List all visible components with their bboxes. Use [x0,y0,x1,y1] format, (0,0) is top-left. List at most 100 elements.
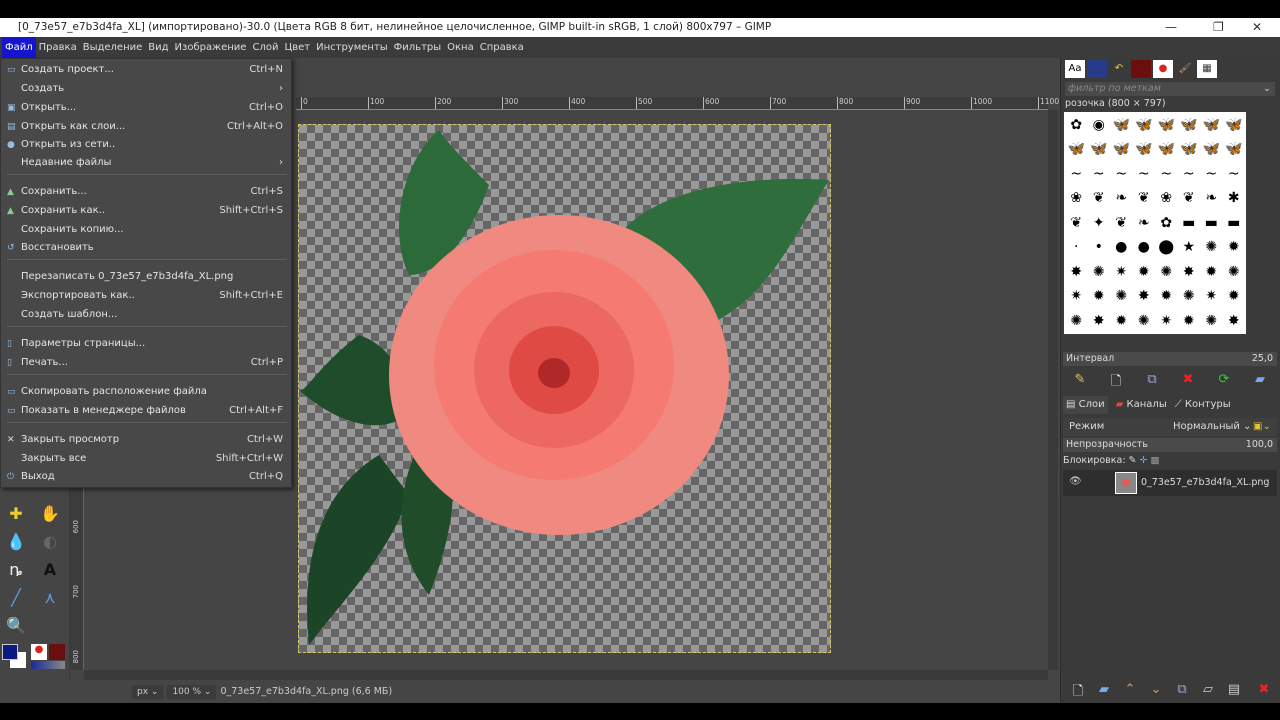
brush-thumbnail[interactable]: 🦋 [1134,138,1155,160]
menu-3[interactable]: Вид [145,37,171,58]
brush-thumbnail[interactable]: ✺ [1066,310,1087,332]
close-window-button[interactable]: ✕ [1252,18,1262,37]
brush-thumbnail[interactable]: ✹ [1134,261,1155,283]
visibility-eye-icon[interactable]: 👁 [1069,476,1082,487]
brush-thumbnail[interactable]: ✹ [1156,285,1177,307]
menu-9[interactable]: Окна [444,37,477,58]
foreground-color[interactable] [2,644,18,660]
file-menu-item[interactable]: Сохранить копию... [1,221,291,239]
brush-thumbnail[interactable]: ~ [1201,163,1222,185]
tab-channels[interactable]: ▰ Каналы [1116,396,1167,414]
fonts-tab-icon[interactable]: Aa [1065,60,1085,78]
pattern-preview[interactable] [49,644,65,660]
brush-thumbnail[interactable]: ✷ [1111,261,1132,283]
brush-thumbnail[interactable]: ✱ [1224,187,1245,209]
tab-paths[interactable]: ⟋ Контуры [1175,396,1231,414]
brush-thumbnail[interactable]: ✺ [1201,236,1222,258]
minimize-button[interactable]: — [1165,18,1177,37]
menu-0[interactable]: Файл [2,37,36,58]
gradient-preview[interactable] [31,661,65,669]
menu-2[interactable]: Выделение [80,37,146,58]
file-menu-item[interactable]: ▭ Скопировать расположение файла [1,383,291,401]
brush-thumbnail[interactable]: 🦋 [1224,114,1245,136]
file-menu-item[interactable]: ▭ Создать проект... Ctrl+N [1,61,291,79]
file-menu-item[interactable]: ↺ Восстановить [1,239,291,257]
brush-thumbnail[interactable]: ✷ [1201,285,1222,307]
brush-thumbnail[interactable]: 🦋 [1201,114,1222,136]
composite-mode-icon[interactable]: ▣⌄ [1253,418,1271,436]
smudge-tool-icon[interactable]: ✋ [40,504,60,524]
delete-layer-icon[interactable]: ✖ [1255,682,1273,697]
opacity-spinner[interactable]: Непрозрачность 100,0 [1063,438,1277,452]
brush-thumbnail[interactable]: 🦋 [1156,114,1177,136]
brush-thumbnail[interactable]: • [1089,236,1110,258]
brush-thumbnail[interactable]: ▬ [1179,212,1200,234]
brush-thumbnail[interactable]: ✺ [1111,285,1132,307]
file-menu-item[interactable]: Создать шаблон... [1,306,291,324]
brush-thumbnail[interactable]: ★ [1179,236,1200,258]
blur-tool-icon[interactable]: 💧 [6,532,26,552]
brush-thumbnail[interactable]: 🦋 [1179,138,1200,160]
brush-preview[interactable]: ● [31,644,47,660]
brush-thumbnail[interactable]: ~ [1179,163,1200,185]
duplicate-layer-icon[interactable]: ⧉ [1173,682,1191,697]
raise-layer-icon[interactable]: ⌃ [1121,682,1139,697]
tab-layers[interactable]: ▤ Слои [1063,396,1108,414]
new-brush-icon[interactable]: 🗋 [1107,372,1125,394]
brush-thumbnail[interactable]: ~ [1066,163,1087,185]
menu-6[interactable]: Цвет [281,37,313,58]
brush-thumbnail[interactable]: 🦋 [1156,138,1177,160]
brush-thumbnail[interactable]: ✷ [1156,310,1177,332]
brush-thumbnail[interactable]: ❀ [1066,187,1087,209]
file-menu-item[interactable]: ▭ Показать в менеджере файлов Ctrl+Alt+F [1,402,291,420]
brush-thumbnail[interactable]: ❧ [1201,187,1222,209]
brush-thumbnail[interactable]: 🦋 [1179,114,1200,136]
brush-thumbnail[interactable]: ✿ [1066,114,1087,136]
brush-thumbnail[interactable]: · [1066,236,1087,258]
lock-position-icon[interactable]: ✛ [1140,455,1148,466]
brush-thumbnail[interactable]: ▬ [1201,212,1222,234]
paintbrush-tab-icon[interactable]: 🖌 [1175,60,1195,78]
lower-layer-icon[interactable]: ⌄ [1147,682,1165,697]
menu-7[interactable]: Инструменты [313,37,391,58]
unit-select[interactable]: px ⌄ [132,684,164,699]
lock-pixels-icon[interactable]: ✎ [1129,455,1137,466]
file-menu-item[interactable]: Перезаписать 0_73e57_e7b3d4fa_XL.png [1,268,291,286]
open-brush-icon[interactable]: ▰ [1251,372,1269,387]
brush-thumbnail[interactable]: ❧ [1134,212,1155,234]
brush-thumbnail[interactable]: 🦋 [1111,114,1132,136]
brush-thumbnail[interactable]: ✸ [1224,310,1245,332]
brush-thumbnail[interactable]: ✺ [1224,261,1245,283]
file-menu-item[interactable]: Недавние файлы › [1,154,291,172]
file-menu-item[interactable]: Закрыть все Shift+Ctrl+W [1,450,291,468]
path-tool-icon[interactable]: ȵ [6,560,26,580]
file-menu-item[interactable]: ● Открыть из сети.. [1,136,291,154]
new-layer-icon[interactable]: 🗋 [1069,682,1087,704]
brush-thumbnail[interactable]: ~ [1156,163,1177,185]
new-layer-group-icon[interactable]: ▰ [1095,682,1113,697]
brushes-tab-icon[interactable]: ● [1153,60,1173,78]
maximize-button[interactable]: ❐ [1213,18,1224,37]
brush-thumbnail[interactable]: ✸ [1089,310,1110,332]
dodge-tool-icon[interactable]: ◐ [40,532,60,552]
brush-grid[interactable]: ✿ ◉ 🦋 🦋 🦋 🦋 🦋 🦋 🦋 🦋 🦋 🦋 🦋 🦋 🦋 🦋 ~ ~ ~ ~ ~ ~ ~ ~ ❀ ❦ ❧ ❦ ❀ ❦ ❧ ✱ ❦ ✦ ❦ ❧ ✿ ▬ ▬ ▬… [1064,112,1246,334]
brush-thumbnail[interactable]: ❦ [1089,187,1110,209]
brush-thumbnail[interactable]: 🦋 [1066,138,1087,160]
delete-brush-icon[interactable]: ✖ [1179,372,1197,387]
vertical-scrollbar[interactable] [1048,110,1058,670]
duplicate-brush-icon[interactable]: ⧉ [1143,372,1161,387]
file-menu-item[interactable]: Создать › [1,80,291,98]
heal-tool-icon[interactable]: ✚ [6,504,26,524]
menu-1[interactable]: Правка [36,37,80,58]
brush-thumbnail[interactable]: ✹ [1089,285,1110,307]
menu-8[interactable]: Фильтры [391,37,444,58]
brush-thumbnail[interactable]: ✹ [1224,236,1245,258]
mask-layer-icon[interactable]: ▤ [1225,682,1243,697]
brush-thumbnail[interactable]: ❦ [1179,187,1200,209]
file-menu-item[interactable]: ✕ Закрыть просмотр Ctrl+W [1,431,291,449]
brush-thumbnail[interactable]: ✸ [1134,285,1155,307]
brush-thumbnail[interactable]: 🦋 [1224,138,1245,160]
zoom-select[interactable]: 100 % ⌄ [167,684,217,699]
brush-thumbnail[interactable]: ~ [1089,163,1110,185]
brush-thumbnail[interactable]: ❦ [1134,187,1155,209]
